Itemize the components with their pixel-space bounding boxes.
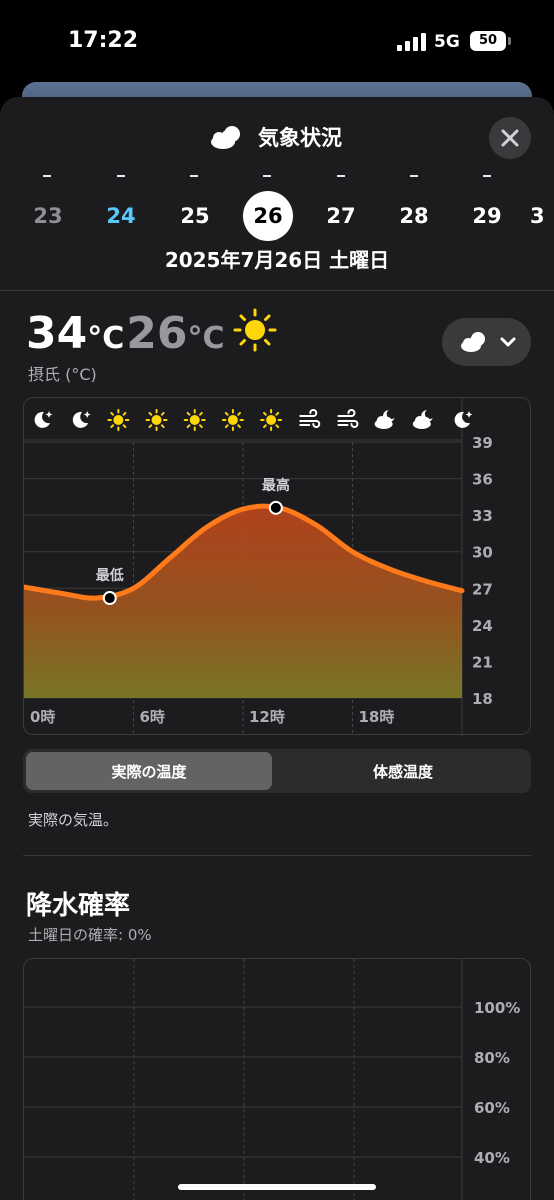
status-time: 17:22 <box>68 28 139 53</box>
temp-high: 34°C <box>26 308 125 359</box>
precipitation-title: 降水確率 <box>26 891 131 921</box>
sun-icon <box>183 409 206 431</box>
day-ticks <box>0 175 554 181</box>
battery-icon: 50 <box>470 31 511 51</box>
x-tick-label: 6時 <box>140 708 165 726</box>
day-tick <box>43 175 51 177</box>
y-tick-label: 100% <box>474 999 520 1017</box>
moon-icon <box>454 411 473 428</box>
sheet-title: 気象状況 <box>208 119 342 155</box>
divider <box>0 290 554 291</box>
home-indicator <box>178 1184 376 1190</box>
chart-view-button[interactable] <box>442 318 531 366</box>
temperature-summary: 34°C 26°C <box>26 304 277 359</box>
precipitation-subtitle: 土曜日の確率: 0% <box>28 926 152 944</box>
actual-temp-tab[interactable]: 実際の温度 <box>26 752 272 790</box>
y-tick-label: 39 <box>472 434 493 452</box>
temperature-area <box>24 506 462 698</box>
y-tick-label: 80% <box>474 1049 510 1067</box>
date-strip: 23 24 25 26 27 28 29 3 <box>0 191 554 241</box>
day-tick <box>337 175 345 177</box>
date-item-28[interactable]: 28 <box>389 191 439 241</box>
wind-icon <box>337 409 359 428</box>
y-tick-label: 27 <box>472 580 493 598</box>
date-item-23[interactable]: 23 <box>23 191 73 241</box>
precipitation-chart: 100% 80% 60% 40% <box>23 958 531 1200</box>
sun-icon <box>233 308 277 352</box>
signal-icon <box>397 33 426 51</box>
x-tick-label: 18時 <box>359 708 395 726</box>
sun-icon <box>107 409 130 431</box>
unit-label: 摂氏 (°C) <box>28 365 97 384</box>
cloud-moon-icon <box>374 410 395 429</box>
network-type: 5G <box>434 32 460 52</box>
sun-icon <box>145 409 168 431</box>
feels-like-tab[interactable]: 体感温度 <box>279 752 527 790</box>
max-label: 最高 <box>262 477 290 494</box>
min-label: 最低 <box>96 567 124 584</box>
temperature-type-toggle: 実際の温度 体感温度 <box>23 749 531 793</box>
date-item-next[interactable]: 3 <box>530 191 554 241</box>
date-item-29[interactable]: 29 <box>462 191 512 241</box>
sheet-title-text: 気象状況 <box>258 126 342 150</box>
wind-icon <box>299 409 321 428</box>
chart-caption: 実際の気温。 <box>28 811 119 829</box>
precipitation-chart-svg: 100% 80% 60% 40% <box>24 959 520 1200</box>
day-tick <box>263 175 271 177</box>
day-tick <box>117 175 125 177</box>
day-tick <box>483 175 491 177</box>
y-tick-label: 21 <box>472 653 493 671</box>
moon-icon <box>72 411 91 428</box>
weather-sheet: 気象状況 23 24 25 26 27 28 29 3 2025年7月26日 土… <box>0 97 554 1200</box>
divider <box>23 855 531 856</box>
temperature-chart-svg: 39 36 33 30 27 24 21 18 0時 6時 12時 18時 最低 最高 <box>24 398 493 736</box>
temp-low: 26°C <box>126 308 225 359</box>
cloud-sun-icon <box>460 332 485 352</box>
y-tick-label: 33 <box>472 507 493 525</box>
y-tick-label: 60% <box>474 1099 510 1117</box>
x-tick-label: 12時 <box>249 708 285 726</box>
x-tick-label: 0時 <box>30 708 55 726</box>
date-item-25[interactable]: 25 <box>170 191 220 241</box>
close-button[interactable] <box>489 117 531 159</box>
sheet-header: 気象状況 <box>0 97 554 177</box>
temperature-chart: 39 36 33 30 27 24 21 18 0時 6時 12時 18時 最低 最高 <box>23 397 531 736</box>
selected-date-label: 2025年7月26日 土曜日 <box>164 248 390 272</box>
cloud-moon-icon <box>412 410 433 429</box>
date-item-24[interactable]: 24 <box>96 191 146 241</box>
moon-icon <box>34 411 53 428</box>
close-icon <box>501 129 519 147</box>
day-tick <box>190 175 198 177</box>
y-tick-label: 24 <box>472 617 493 635</box>
min-marker <box>102 591 117 606</box>
date-item-27[interactable]: 27 <box>316 191 366 241</box>
date-item-26[interactable]: 26 <box>243 191 293 241</box>
day-tick <box>410 175 418 177</box>
status-bar: 17:22 5G 50 <box>0 0 554 80</box>
cloud-sun-icon <box>211 126 240 149</box>
chevron-down-icon <box>500 337 515 347</box>
sun-icon <box>260 409 283 431</box>
y-tick-label: 40% <box>474 1149 510 1167</box>
y-tick-label: 36 <box>472 471 493 489</box>
y-tick-label: 18 <box>472 690 493 708</box>
sun-icon <box>221 409 244 431</box>
max-marker <box>268 500 283 515</box>
y-tick-label: 30 <box>472 544 493 562</box>
